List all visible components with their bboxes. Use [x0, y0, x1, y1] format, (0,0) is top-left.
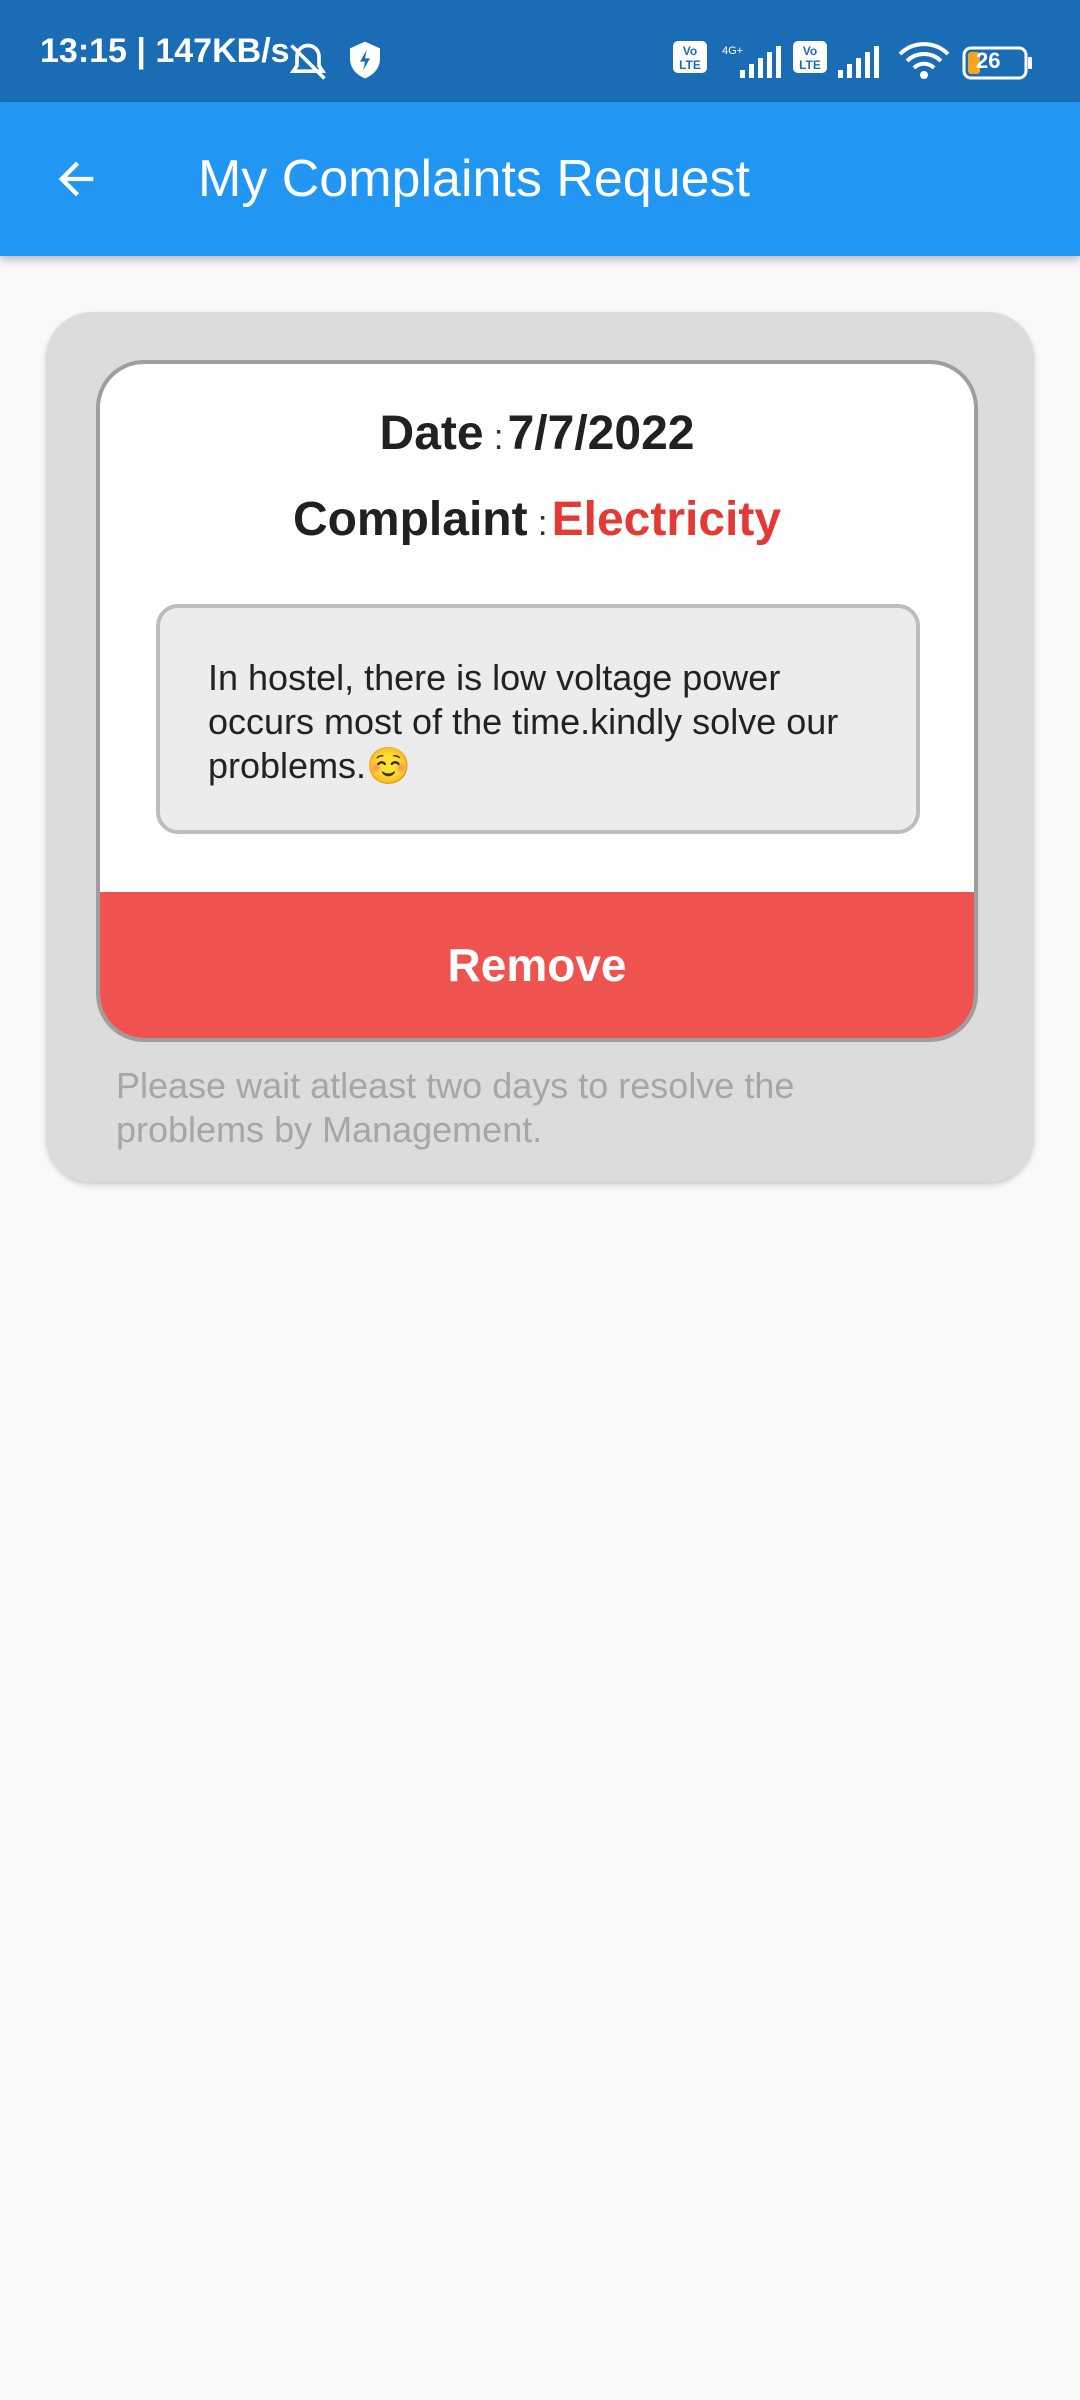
back-button[interactable] [36, 139, 116, 219]
complaint-label: Complaint [292, 493, 528, 546]
complaint-type: Electricity [551, 493, 782, 546]
shield-icon [348, 40, 382, 85]
date-label: Date [379, 407, 484, 460]
battery-level: 26 [976, 48, 1001, 73]
svg-text:Vo: Vo [683, 44, 697, 58]
status-time: 13:15 | 147KB/s [40, 32, 290, 70]
complaint-inner-card: Date:7/7/2022 Complaint:Electricity In h… [96, 360, 978, 1042]
battery-icon: 26 [962, 46, 1034, 85]
date-separator: : [493, 416, 504, 457]
svg-text:LTE: LTE [799, 58, 821, 72]
volte-icon-2: Vo LTE [792, 40, 828, 79]
complaint-row: Complaint:Electricity [100, 492, 974, 547]
complaint-description: In hostel, there is low voltage power oc… [156, 604, 920, 834]
status-bar: 13:15 | 147KB/s Vo LTE 4G+ Vo LTE 26 [0, 0, 1080, 102]
svg-text:Vo: Vo [803, 44, 817, 58]
complaint-card: Date:7/7/2022 Complaint:Electricity In h… [46, 312, 1034, 1182]
signal-4g-icon: 4G+ [716, 44, 786, 85]
signal-icon [836, 44, 886, 85]
svg-text:LTE: LTE [679, 58, 701, 72]
volte-icon: Vo LTE [672, 40, 708, 79]
arrow-left-icon [58, 161, 94, 197]
page-title: My Complaints Request [198, 150, 750, 208]
bell-muted-icon [286, 40, 330, 89]
svg-text:4G+: 4G+ [722, 45, 743, 57]
resolution-note: Please wait atleast two days to resolve … [116, 1065, 795, 1150]
complaint-separator: : [537, 502, 548, 543]
date-row: Date:7/7/2022 [100, 406, 974, 461]
app-bar: My Complaints Request [0, 102, 1080, 256]
wifi-icon [898, 42, 950, 87]
remove-button[interactable]: Remove [100, 892, 974, 1038]
date-value: 7/7/2022 [507, 407, 695, 460]
